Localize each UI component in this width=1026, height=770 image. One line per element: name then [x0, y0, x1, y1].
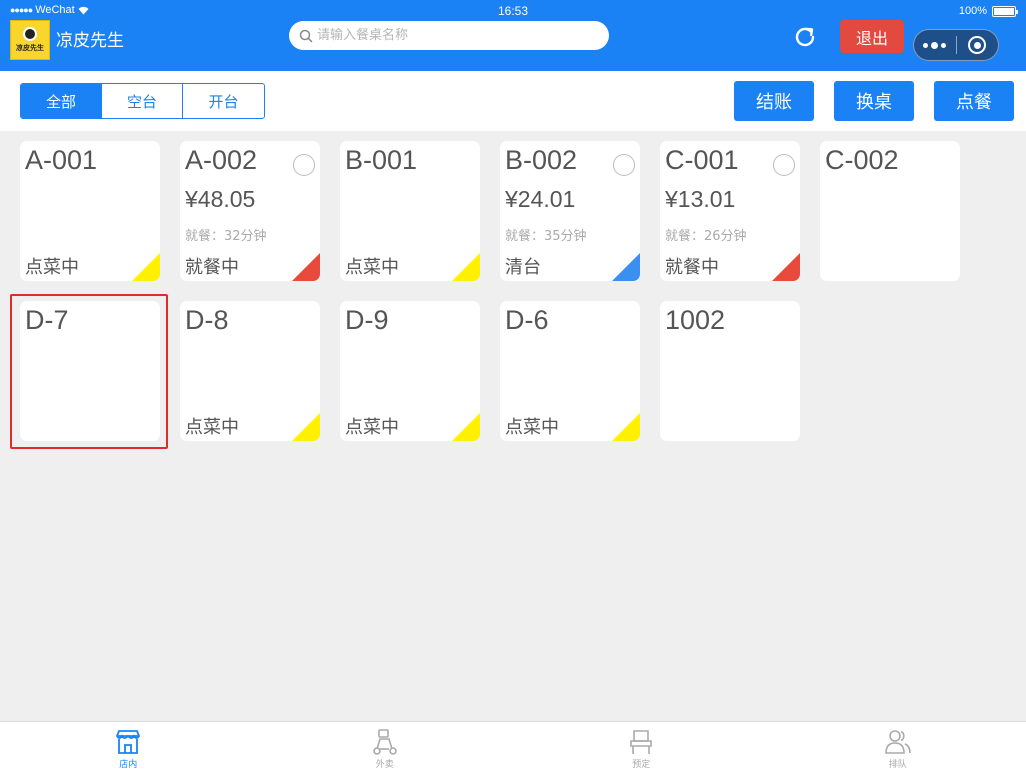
table-name: D-7: [25, 305, 69, 335]
table-name: D-9: [345, 305, 389, 335]
status-corner-marker: [772, 253, 800, 281]
close-program-button[interactable]: [956, 36, 998, 54]
table-select-radio[interactable]: [613, 154, 635, 176]
table-dining-duration: 就餐：35分钟: [505, 229, 587, 244]
change-table-button[interactable]: 换桌: [834, 81, 914, 121]
status-corner-marker: [452, 253, 480, 281]
logout-button[interactable]: 退出: [840, 20, 904, 53]
table-status: 点菜中: [345, 417, 399, 438]
status-bar-right: 100%: [958, 5, 1018, 17]
table-card[interactable]: D-7: [20, 301, 160, 441]
table-name: A-001: [25, 145, 98, 175]
table-card[interactable]: C-001 ¥13.01 就餐：26分钟就餐中: [660, 141, 800, 281]
table-status: 点菜中: [345, 257, 399, 278]
table-name: D-6: [505, 305, 549, 335]
close-ring-icon: [968, 36, 987, 54]
table-status: 点菜中: [25, 257, 79, 278]
search-bar[interactable]: [289, 21, 609, 50]
tab-bar: 店内 外卖 预定 排队: [0, 721, 1026, 770]
table-name: A-002: [185, 145, 258, 175]
users-icon: [884, 730, 911, 754]
table-card[interactable]: B-002 ¥24.01 就餐：35分钟清台: [500, 141, 640, 281]
table-select-radio[interactable]: [293, 154, 315, 176]
table-card[interactable]: D-8 点菜中: [180, 301, 320, 441]
table-amount: ¥48.05: [185, 186, 256, 212]
battery-icon: [992, 5, 1018, 17]
search-input[interactable]: [317, 28, 587, 43]
battery-percent: 100%: [958, 5, 987, 17]
table-amount: ¥24.01: [505, 186, 576, 212]
chair-icon: [630, 730, 653, 754]
order-button[interactable]: 点餐: [934, 81, 1014, 121]
table-card[interactable]: D-6 点菜中: [500, 301, 640, 441]
store-icon: [116, 730, 141, 754]
status-corner-marker: [132, 253, 160, 281]
tab-takeout[interactable]: 外卖: [257, 722, 514, 770]
table-status: 清台: [505, 257, 541, 278]
table-name: C-002: [825, 145, 899, 175]
logo-face-icon: [23, 27, 37, 41]
table-amount: ¥13.01: [665, 186, 736, 212]
shop-name: 凉皮先生: [56, 31, 124, 51]
status-corner-marker: [452, 413, 480, 441]
table-dining-duration: 就餐：26分钟: [665, 229, 747, 244]
status-corner-marker: [292, 413, 320, 441]
status-time: 16:53: [497, 4, 529, 18]
mini-program-capsule: [913, 29, 999, 61]
status-corner-marker: [292, 253, 320, 281]
status-corner-marker: [612, 413, 640, 441]
table-name: D-8: [185, 305, 229, 335]
table-name: B-001: [345, 145, 418, 175]
search-icon: [299, 29, 313, 43]
table-card[interactable]: B-001 点菜中: [340, 141, 480, 281]
table-name: 1002: [665, 305, 726, 335]
table-name: C-001: [665, 145, 739, 175]
tab-store[interactable]: 店内: [0, 722, 257, 770]
table-status: 就餐中: [185, 257, 239, 278]
checkout-button[interactable]: 结账: [734, 81, 814, 121]
filter-empty[interactable]: 空台: [102, 84, 183, 118]
table-filter-tabs: 全部 空台 开台: [20, 83, 265, 119]
table-card[interactable]: D-9 点菜中: [340, 301, 480, 441]
table-status: 点菜中: [185, 417, 239, 438]
table-select-radio[interactable]: [773, 154, 795, 176]
filter-all[interactable]: 全部: [21, 84, 102, 118]
status-corner-marker: [612, 253, 640, 281]
header: ●●●●● WeChat 16:53 100% 凉皮先生 凉皮先生 退出: [0, 0, 1026, 71]
tab-queue[interactable]: 排队: [770, 722, 1026, 770]
filter-open[interactable]: 开台: [183, 84, 264, 118]
table-card[interactable]: 1002: [660, 301, 800, 441]
refresh-icon[interactable]: [791, 23, 819, 51]
table-status: 点菜中: [505, 417, 559, 438]
table-dining-duration: 就餐：32分钟: [185, 229, 267, 244]
table-name: B-002: [505, 145, 578, 175]
table-card[interactable]: C-002: [820, 141, 960, 281]
table-card[interactable]: A-001 点菜中: [20, 141, 160, 281]
scooter-icon: [372, 729, 397, 755]
table-status: 就餐中: [665, 257, 719, 278]
table-card[interactable]: A-002 ¥48.05 就餐：32分钟就餐中: [180, 141, 320, 281]
toolbar: 全部 空台 开台 结账 换桌 点餐: [0, 71, 1026, 131]
shop-logo: 凉皮先生: [10, 20, 50, 60]
tab-reservation[interactable]: 预定: [513, 722, 770, 770]
more-menu-icon[interactable]: [914, 41, 956, 49]
